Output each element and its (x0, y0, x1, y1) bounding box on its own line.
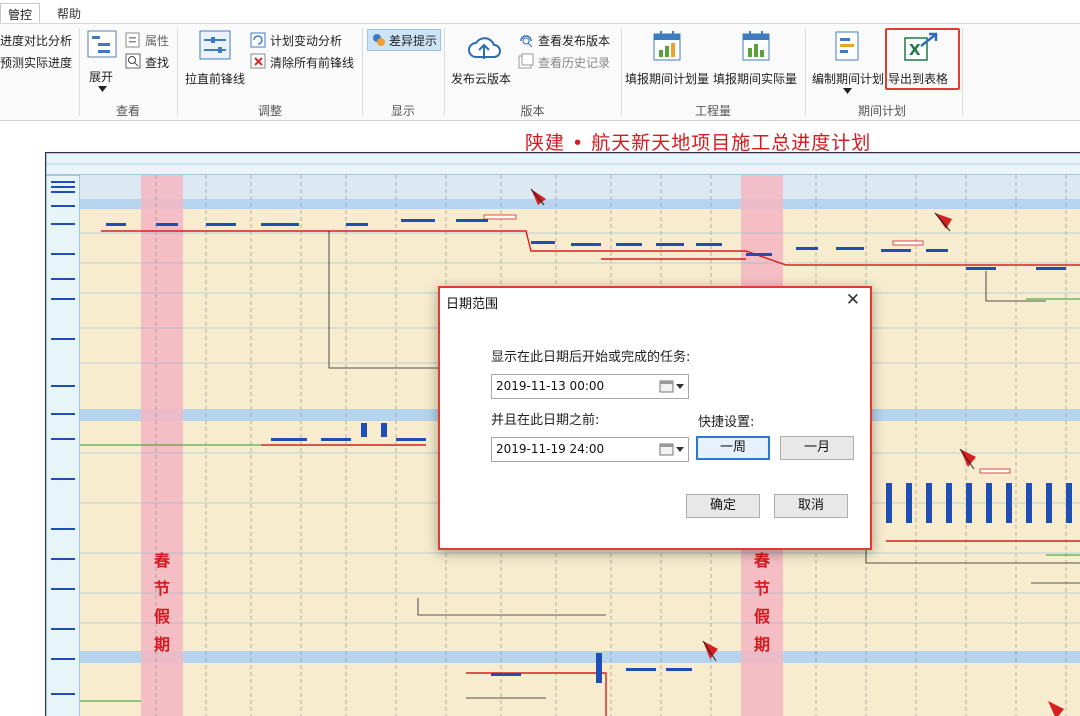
search-icon (125, 53, 141, 69)
plan-change-button[interactable]: 计划变动分析 (270, 32, 342, 49)
fill-actual-button[interactable]: 填报期间实际量 (713, 70, 797, 87)
edit-plan-button[interactable]: 编制期间计划 (812, 70, 884, 87)
group-label-view: 查看 (115, 104, 140, 118)
date-range-dialog: 日期范围 ✕ 显示在此日期后开始或完成的任务: 2019-11-13 00:00… (438, 286, 872, 550)
diff-hint-button[interactable]: 差异提示 (389, 32, 437, 49)
holiday-char: 假 (153, 607, 170, 626)
view-published-icon (520, 35, 533, 48)
clear-front-button[interactable]: 清除所有前锋线 (270, 54, 354, 71)
holiday-char: 春 (153, 551, 170, 570)
dialog-title: 日期范围 (446, 297, 499, 312)
publish-cloud-button[interactable]: 发布云版本 (451, 70, 511, 87)
history-icon (518, 53, 534, 69)
straighten-front-button[interactable]: 拉直前锋线 (185, 70, 245, 87)
end-date-picker[interactable]: 2019-11-19 24:00 (491, 437, 689, 462)
properties-button[interactable]: 属性 (145, 32, 169, 49)
group-label-version: 版本 (520, 104, 545, 118)
find-button[interactable]: 查找 (145, 54, 169, 71)
chart-title: 陕建 • 航天新天地项目施工总进度计划 (525, 132, 872, 154)
ribbon: 进度对比分析 预测实际进度 展开 属性 查找 查看 拉直前锋线 计划变动分析 清… (0, 24, 1080, 121)
export-sheet-button[interactable]: 导出到表格 (888, 70, 948, 87)
cancel-button[interactable]: 取消 (774, 494, 848, 518)
start-prompt: 显示在此日期后开始或完成的任务: (491, 350, 691, 365)
chevron-down-icon (98, 86, 107, 92)
menu-bar: 管控 帮助 (0, 0, 1080, 24)
actual-quantity-icon (742, 31, 770, 61)
group-label-quantity: 工程量 (694, 104, 731, 118)
svg-text:X: X (909, 41, 921, 59)
view-history-button[interactable]: 查看历史记录 (538, 54, 610, 71)
group-label-display: 显示 (390, 104, 415, 118)
one-week-button[interactable]: 一周 (696, 436, 770, 460)
group-divider (177, 28, 178, 116)
holiday-char: 节 (153, 579, 170, 598)
one-month-button[interactable]: 一月 (780, 436, 854, 460)
change-analysis-icon (250, 32, 266, 48)
holiday-label-right: 春 节 假 期 (752, 547, 772, 659)
calendar-dropdown-icon[interactable] (658, 378, 686, 395)
start-date-value: 2019-11-13 00:00 (496, 379, 605, 393)
straighten-front-icon (199, 30, 231, 60)
properties-icon (125, 32, 140, 48)
group-label-adjust: 调整 (257, 104, 282, 118)
view-published-button[interactable]: 查看发布版本 (538, 32, 610, 49)
excel-export-icon: X (904, 32, 938, 61)
close-icon[interactable]: ✕ (846, 290, 860, 310)
plan-quantity-icon (653, 31, 681, 61)
holiday-char: 春 (753, 551, 770, 570)
expand-icon (87, 30, 117, 58)
holiday-char: 期 (153, 635, 170, 654)
holiday-char: 期 (753, 635, 770, 654)
fill-plan-button[interactable]: 填报期间计划量 (625, 70, 709, 87)
chevron-down-icon (843, 88, 852, 94)
progress-compare-button[interactable]: 进度对比分析 (0, 32, 72, 49)
holiday-char: 假 (753, 607, 770, 626)
menu-tab-help[interactable]: 帮助 (50, 3, 88, 23)
group-label-period: 期间计划 (857, 104, 906, 118)
clear-front-icon (250, 53, 266, 69)
expand-button[interactable]: 展开 (89, 68, 113, 85)
edit-plan-icon (835, 31, 859, 61)
end-prompt: 并且在此日期之前: (491, 413, 600, 428)
end-date-value: 2019-11-19 24:00 (496, 442, 605, 456)
holiday-char: 节 (753, 579, 770, 598)
calendar-dropdown-icon[interactable] (658, 441, 686, 458)
menu-tab-control[interactable]: 管控 (0, 3, 41, 23)
quick-settings-label: 快捷设置: (698, 415, 755, 430)
predict-actual-button[interactable]: 预测实际进度 (0, 54, 72, 71)
group-divider (962, 28, 963, 116)
diff-hint-icon (373, 34, 385, 46)
holiday-label-left: 春 节 假 期 (152, 547, 172, 659)
start-date-picker[interactable]: 2019-11-13 00:00 (491, 374, 689, 399)
ok-button[interactable]: 确定 (686, 494, 760, 518)
cloud-upload-icon (468, 37, 501, 59)
